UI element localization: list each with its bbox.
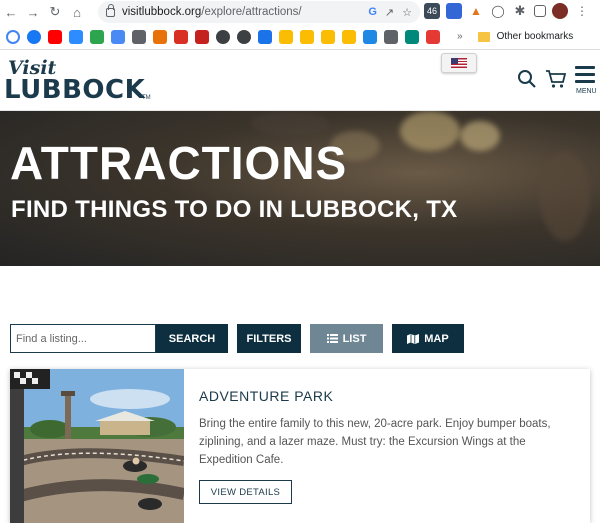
filters-button-label: FILTERS	[246, 332, 292, 345]
more-icon[interactable]: ⋮	[574, 3, 590, 19]
other-bookmarks[interactable]: Other bookmarks	[497, 31, 574, 42]
list-icon	[326, 334, 338, 343]
address-bar[interactable]: visitlubbock.org/explore/attractions/ G …	[98, 1, 420, 23]
listing-card: ADVENTURE PARK Bring the entire family t…	[10, 369, 590, 523]
bookmark-icon[interactable]	[342, 29, 356, 44]
browser-toolbar: ← → ↻ ⌂ visitlubbock.org/explore/attract…	[0, 0, 600, 24]
bookmark-icon[interactable]	[258, 29, 272, 44]
bookmark-icon[interactable]	[300, 29, 314, 44]
filters-button[interactable]: FILTERS	[237, 324, 301, 353]
site-header: Visit LUBBOCK TM MENU	[0, 51, 600, 111]
home-icon[interactable]: ⌂	[66, 0, 88, 24]
bookmark-icon[interactable]	[111, 29, 125, 44]
avatar[interactable]	[552, 3, 568, 19]
bookmark-icon[interactable]	[321, 29, 335, 44]
bookmark-icon[interactable]	[384, 29, 398, 44]
bookmark-icon[interactable]	[216, 29, 230, 44]
url-domain: visitlubbock.org	[122, 6, 202, 18]
page-title: ATTRACTIONS	[10, 137, 348, 189]
bookmark-icon[interactable]	[132, 29, 146, 44]
logo-main-text: LUBBOCK	[4, 75, 146, 105]
listing-image[interactable]	[10, 369, 184, 523]
cart-icon[interactable]	[545, 69, 567, 89]
bookmarks-overflow[interactable]: »	[457, 31, 463, 42]
listing-description: Bring the entire family to this new, 20-…	[199, 418, 551, 466]
bookmark-icon[interactable]	[90, 29, 104, 44]
map-view-label: MAP	[424, 332, 449, 345]
extension-icon[interactable]: ◯	[490, 3, 506, 19]
listing-search-input[interactable]	[10, 324, 156, 353]
language-selector[interactable]	[441, 53, 477, 73]
url-text: visitlubbock.org/explore/attractions/	[122, 6, 302, 18]
url-path: /explore/attractions/	[201, 6, 302, 18]
bookmark-icon[interactable]	[279, 29, 293, 44]
bookmark-icon[interactable]	[237, 29, 251, 44]
extension-icon[interactable]: 46	[424, 3, 440, 19]
facebook-bookmark-icon[interactable]	[27, 29, 41, 44]
page-subtitle: FIND THINGS TO DO IN LUBBOCK, TX	[11, 196, 458, 223]
list-view-button[interactable]: LIST	[310, 324, 383, 353]
map-icon	[407, 333, 420, 344]
folder-icon	[477, 31, 490, 42]
view-details-label: VIEW DETAILS	[210, 486, 281, 498]
us-flag-icon	[451, 58, 467, 68]
share-icon[interactable]: ↗	[385, 6, 394, 19]
bookmark-icon[interactable]	[69, 29, 83, 44]
star-icon[interactable]: ☆	[402, 6, 412, 19]
google-bookmark-icon[interactable]	[6, 29, 20, 44]
listing-title[interactable]: ADVENTURE PARK	[199, 388, 333, 404]
back-icon[interactable]: ←	[0, 0, 22, 24]
bookmark-icon[interactable]	[363, 29, 377, 44]
list-view-label: LIST	[342, 332, 367, 345]
bookmark-icon[interactable]	[153, 29, 167, 44]
bookmark-icon[interactable]	[174, 29, 188, 44]
youtube-bookmark-icon[interactable]	[48, 29, 62, 44]
bookmark-icon[interactable]	[426, 29, 440, 44]
forward-icon[interactable]: →	[22, 0, 44, 24]
listing-search	[10, 324, 156, 353]
menu-icon[interactable]	[575, 66, 595, 87]
puzzle-icon[interactable]: ✱	[512, 3, 528, 19]
hero-banner: ATTRACTIONS FIND THINGS TO DO IN LUBBOCK…	[0, 111, 600, 266]
bookmarks-bar: » Other bookmarks	[0, 24, 600, 50]
search-button[interactable]: SEARCH	[156, 324, 228, 353]
lock-icon	[106, 3, 115, 17]
extensions-row: 46 ▲ ◯ ✱ ⋮	[424, 3, 590, 19]
reload-icon[interactable]: ↻	[44, 0, 66, 24]
search-icon[interactable]	[517, 69, 537, 89]
bookmark-icon[interactable]	[195, 29, 209, 44]
extension-icon[interactable]	[446, 3, 462, 19]
map-view-button[interactable]: MAP	[392, 324, 464, 353]
logo-trademark: TM	[142, 95, 151, 101]
view-details-button[interactable]: VIEW DETAILS	[199, 480, 292, 504]
menu-label[interactable]: MENU	[576, 88, 597, 95]
metamask-icon[interactable]: ▲	[468, 3, 484, 19]
search-button-label: SEARCH	[168, 332, 216, 345]
bookmark-icon[interactable]	[405, 29, 419, 44]
google-lens-icon[interactable]: G	[368, 6, 377, 19]
sidepanel-icon[interactable]	[534, 5, 546, 17]
